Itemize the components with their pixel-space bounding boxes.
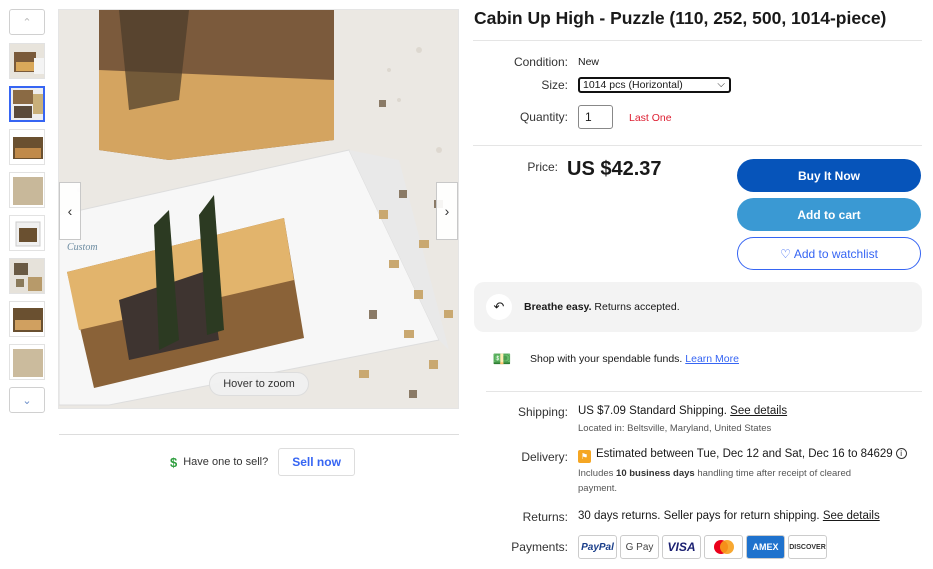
returns-banner-bold: Breathe easy. bbox=[524, 301, 592, 313]
shipping-label: Shipping: bbox=[517, 405, 568, 419]
handling-days: 10 business days bbox=[616, 468, 695, 479]
chevron-right-icon: › bbox=[444, 203, 450, 219]
thumbnail-image bbox=[10, 173, 44, 207]
left-divider bbox=[59, 434, 459, 435]
price-label: Price: bbox=[527, 160, 558, 174]
zoom-hint: Hover to zoom bbox=[209, 372, 309, 396]
delivery-flag-icon: ⚑ bbox=[578, 450, 591, 463]
thumbnail-3[interactable] bbox=[9, 129, 45, 165]
google-pay-icon: G Pay bbox=[620, 535, 659, 559]
add-to-watchlist-button[interactable]: ♡ Add to watchlist bbox=[737, 237, 921, 270]
discover-icon: DISCOVER bbox=[788, 535, 827, 559]
size-select[interactable]: 1014 pcs (Horizontal) ⌵ bbox=[578, 77, 731, 93]
thumbnail-1[interactable] bbox=[9, 43, 45, 79]
handling-note-line2: payment. bbox=[578, 483, 618, 494]
add-to-cart-button[interactable]: Add to cart bbox=[737, 198, 921, 231]
handling-note: Includes 10 business days handling time … bbox=[578, 466, 851, 481]
watchlist-label: Add to watchlist bbox=[793, 246, 878, 261]
delivery-dates: Tue, Dec 12 and Sat, Dec 16 bbox=[696, 448, 845, 460]
shipping-value: US $7.09 Standard Shipping. See details bbox=[578, 405, 787, 417]
shipping-details-link[interactable]: See details bbox=[730, 405, 787, 417]
returns-value: 30 days returns. Seller pays for return … bbox=[578, 510, 880, 522]
sell-now-button[interactable]: Sell now bbox=[278, 448, 355, 476]
payments-label: Payments: bbox=[511, 540, 568, 554]
thumbnail-7[interactable] bbox=[9, 301, 45, 337]
thumbnails-up-button[interactable]: ⌃ bbox=[9, 9, 45, 35]
heart-icon: ♡ bbox=[780, 246, 791, 261]
thumbnail-image bbox=[10, 345, 44, 379]
thumbnails-down-button[interactable]: ⌄ bbox=[9, 387, 45, 413]
thumbnail-6[interactable] bbox=[9, 258, 45, 294]
handling-prefix: Includes bbox=[578, 468, 617, 479]
quantity-input[interactable]: 1 bbox=[578, 105, 613, 129]
buy-it-now-button[interactable]: Buy It Now bbox=[737, 159, 921, 192]
thumbnail-2[interactable] bbox=[9, 86, 45, 122]
payment-methods: PayPal G Pay VISA AMEX DISCOVER bbox=[578, 535, 827, 559]
thumbnail-image bbox=[11, 88, 43, 120]
dollar-icon: $ bbox=[170, 454, 178, 470]
amex-icon: AMEX bbox=[746, 535, 785, 559]
puzzle-photo: Custom bbox=[59, 10, 458, 408]
quantity-label: Quantity: bbox=[519, 110, 568, 124]
delivery-prefix: Estimated between bbox=[596, 448, 697, 460]
sell-row: $ Have one to sell? Sell now bbox=[170, 448, 355, 476]
return-arrow-icon: ↶ bbox=[486, 294, 512, 320]
thumbnail-strip: ⌃ ⌄ bbox=[9, 9, 45, 413]
delivery-estimate: ⚑ Estimated between Tue, Dec 12 and Sat, … bbox=[578, 448, 907, 463]
stock-note: Last One bbox=[629, 112, 672, 124]
visa-icon: VISA bbox=[662, 535, 701, 559]
next-image-button[interactable]: › bbox=[436, 182, 458, 240]
paypal-icon: PayPal bbox=[578, 535, 617, 559]
thumbnail-4[interactable] bbox=[9, 172, 45, 208]
chevron-left-icon: ‹ bbox=[67, 203, 73, 219]
main-product-image[interactable]: Custom ‹ › Hover to zoom bbox=[58, 9, 459, 409]
previous-image-button[interactable]: ‹ bbox=[59, 182, 81, 240]
thumbnail-5[interactable] bbox=[9, 215, 45, 251]
returns-label: Returns: bbox=[522, 510, 568, 524]
price-divider bbox=[473, 145, 922, 146]
svg-text:Custom: Custom bbox=[67, 242, 98, 253]
thumbnail-image bbox=[10, 302, 44, 336]
funds-text: Shop with your spendable funds. bbox=[530, 353, 686, 365]
chevron-down-icon: ⌄ bbox=[22, 394, 32, 407]
returns-policy: 30 days returns. Seller pays for return … bbox=[578, 510, 823, 522]
size-selected-value: 1014 pcs (Horizontal) bbox=[583, 79, 683, 91]
funds-banner: Shop with your spendable funds. Learn Mo… bbox=[530, 353, 739, 365]
thumbnail-8[interactable] bbox=[9, 344, 45, 380]
thumbnail-image bbox=[10, 130, 44, 164]
money-icon: 💵 bbox=[492, 351, 512, 368]
item-location: Located in: Beltsville, Maryland, United… bbox=[578, 423, 772, 434]
mastercard-icon bbox=[704, 535, 743, 559]
size-label: Size: bbox=[541, 78, 568, 92]
shipping-divider bbox=[486, 391, 922, 392]
title-divider bbox=[473, 40, 922, 41]
shipping-cost: US $7.09 Standard Shipping. bbox=[578, 405, 731, 417]
handling-suffix: handling time after receipt of cleared bbox=[694, 468, 852, 479]
thumbnail-image bbox=[10, 44, 44, 78]
learn-more-link[interactable]: Learn More bbox=[685, 353, 739, 365]
returns-banner: ↶ Breathe easy. Returns accepted. bbox=[474, 282, 922, 332]
thumbnail-image bbox=[10, 259, 44, 293]
sell-prompt: Have one to sell? bbox=[183, 456, 269, 468]
returns-details-link[interactable]: See details bbox=[823, 510, 880, 522]
chevron-down-icon: ⌵ bbox=[717, 79, 725, 90]
delivery-zip: to 84629 bbox=[844, 448, 893, 460]
product-title: Cabin Up High - Puzzle (110, 252, 500, 1… bbox=[474, 8, 887, 28]
delivery-label: Delivery: bbox=[521, 450, 568, 464]
returns-banner-text: Breathe easy. Returns accepted. bbox=[524, 301, 680, 313]
condition-value: New bbox=[578, 56, 600, 68]
returns-banner-rest: Returns accepted. bbox=[591, 301, 680, 313]
chevron-up-icon: ⌃ bbox=[22, 16, 32, 29]
condition-label: Condition: bbox=[513, 55, 568, 69]
thumbnail-image bbox=[10, 216, 44, 250]
info-icon[interactable]: i bbox=[895, 448, 907, 459]
price-value: US $42.37 bbox=[567, 158, 662, 180]
